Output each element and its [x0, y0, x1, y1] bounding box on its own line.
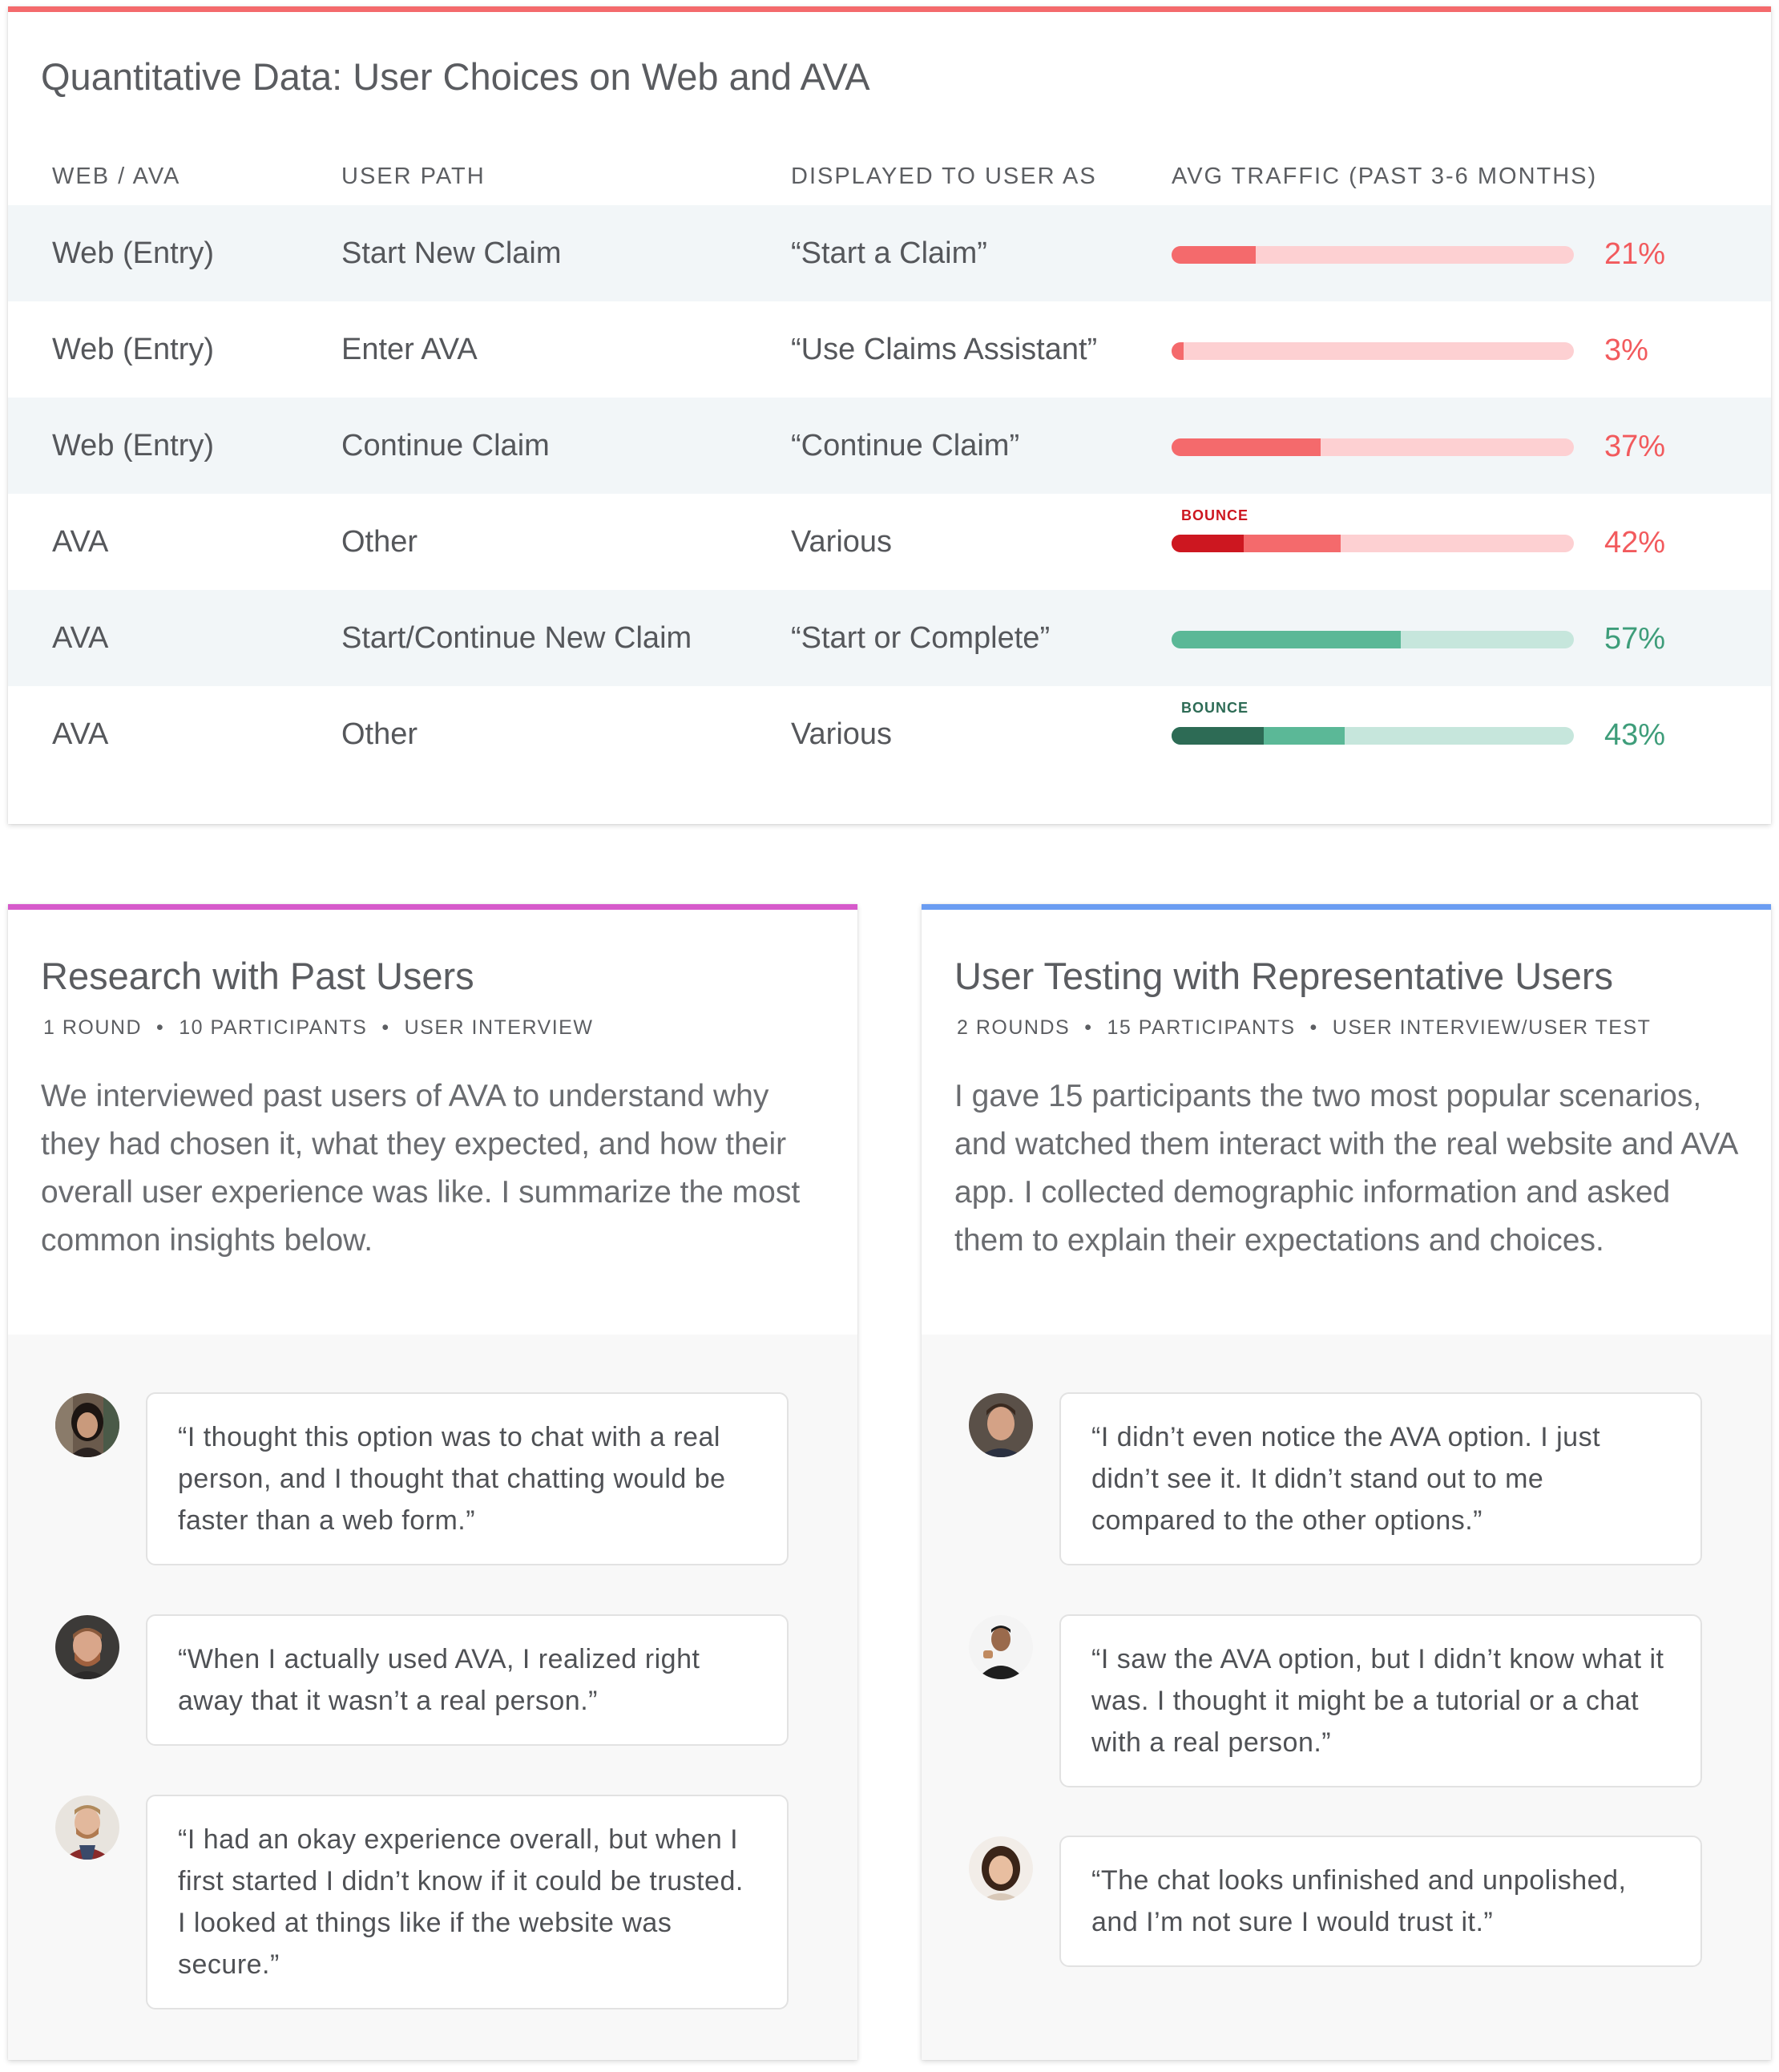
bounce-fill — [1172, 727, 1265, 745]
card-title: Research with Past Users — [41, 955, 474, 997]
rounds-count: 2 ROUNDS — [957, 1016, 1071, 1039]
traffic-bar — [1172, 246, 1574, 264]
user-path-cell: Start/Continue New Claim — [341, 621, 692, 655]
avatar — [55, 1795, 119, 1860]
traffic-bar — [1172, 438, 1574, 456]
quote-card: “When I actually used AVA, I realized ri… — [146, 1614, 789, 1746]
quote-card: “I had an okay experience overall, but w… — [146, 1795, 789, 2009]
card-accent-bar — [8, 6, 1771, 12]
study-description: I gave 15 participants the two most popu… — [954, 1079, 1737, 1258]
avatar — [969, 1615, 1033, 1679]
separator-dot: • — [381, 1016, 390, 1039]
traffic-bar — [1172, 727, 1574, 745]
displayed-as-cell: “Start a Claim” — [791, 236, 987, 270]
channel-cell: AVA — [52, 717, 109, 751]
table-header: WEB / AVA USER PATH DISPLAYED TO USER AS… — [8, 151, 1771, 205]
displayed-as-cell: “Use Claims Assistant” — [791, 333, 1098, 366]
traffic-percent: 43% — [1604, 718, 1666, 752]
study-method: USER INTERVIEW — [404, 1016, 594, 1039]
participants-count: 15 PARTICIPANTS — [1107, 1016, 1296, 1039]
quote-card: “I didn’t even notice the AVA option. I … — [1059, 1392, 1702, 1565]
column-header-displayed-as: DISPLAYED TO USER AS — [791, 164, 1097, 189]
quote-card: “I saw the AVA option, but I didn’t know… — [1059, 1614, 1702, 1787]
quote-card: “I thought this option was to chat with … — [146, 1392, 789, 1565]
card-accent-bar — [922, 904, 1771, 910]
bounce-label: BOUNCE — [1181, 700, 1249, 716]
user-path-cell: Continue Claim — [341, 429, 550, 462]
rounds-count: 1 ROUND — [43, 1016, 143, 1039]
user-testing-card: User Testing with Representative Users 2… — [922, 904, 1771, 2060]
channel-cell: AVA — [52, 525, 109, 559]
traffic-fill — [1172, 631, 1402, 648]
column-header-user-path: USER PATH — [341, 164, 486, 189]
traffic-percent: 57% — [1604, 622, 1666, 656]
channel-cell: Web (Entry) — [52, 236, 215, 270]
displayed-as-cell: Various — [791, 717, 893, 751]
traffic-fill — [1172, 246, 1257, 264]
card-title: Quantitative Data: User Choices on Web a… — [41, 55, 870, 98]
avatar — [55, 1393, 119, 1457]
study-meta: 1 ROUND • 10 PARTICIPANTS • USER INTERVIEW — [43, 1016, 593, 1040]
traffic-percent: 21% — [1604, 237, 1666, 271]
separator-dot: • — [1309, 1016, 1318, 1039]
displayed-as-cell: “Start or Complete” — [791, 621, 1051, 655]
channel-cell: AVA — [52, 621, 109, 655]
traffic-bar — [1172, 342, 1574, 360]
traffic-percent: 3% — [1604, 333, 1648, 367]
table-row: AVA Start/Continue New Claim “Start or C… — [8, 590, 1771, 686]
table-row: Web (Entry) Enter AVA “Use Claims Assist… — [8, 301, 1771, 398]
quotes-panel: “I thought this option was to chat with … — [8, 1335, 857, 2060]
column-header-channel: WEB / AVA — [52, 164, 181, 189]
user-path-cell: Other — [341, 525, 418, 559]
traffic-fill — [1172, 342, 1184, 360]
user-path-cell: Other — [341, 717, 418, 751]
column-header-avg-traffic: AVG TRAFFIC (PAST 3-6 MONTHS) — [1172, 164, 1598, 189]
separator-dot: • — [156, 1016, 165, 1039]
card-accent-bar — [8, 904, 857, 910]
card-title: User Testing with Representative Users — [954, 955, 1613, 997]
bounce-label: BOUNCE — [1181, 507, 1249, 523]
traffic-bar — [1172, 535, 1574, 552]
traffic-percent: 42% — [1604, 526, 1666, 559]
separator-dot: • — [1084, 1016, 1093, 1039]
table-row: Web (Entry) Start New Claim “Start a Cla… — [8, 205, 1771, 301]
channel-cell: Web (Entry) — [52, 333, 215, 366]
traffic-percent: 37% — [1604, 430, 1666, 463]
avatar — [55, 1615, 119, 1679]
traffic-fill — [1172, 438, 1321, 456]
quote-card: “The chat looks unfinished and unpolishe… — [1059, 1836, 1702, 1967]
displayed-as-cell: “Continue Claim” — [791, 429, 1020, 462]
user-path-cell: Enter AVA — [341, 333, 478, 366]
avatar — [969, 1393, 1033, 1457]
quantitative-data-card: Quantitative Data: User Choices on Web a… — [8, 6, 1771, 824]
bounce-fill — [1172, 535, 1244, 552]
study-description: We interviewed past users of AVA to unde… — [41, 1079, 801, 1258]
table-row: AVA Other Various BOUNCE 42% — [8, 494, 1771, 590]
channel-cell: Web (Entry) — [52, 429, 215, 462]
avatar — [969, 1836, 1033, 1900]
study-method: USER INTERVIEW/USER TEST — [1332, 1016, 1652, 1039]
research-past-users-card: Research with Past Users 1 ROUND • 10 PART… — [8, 904, 857, 2060]
table-row: Web (Entry) Continue Claim “Continue Cla… — [8, 398, 1771, 494]
participants-count: 10 PARTICIPANTS — [179, 1016, 368, 1039]
user-path-cell: Start New Claim — [341, 236, 562, 270]
quotes-panel: “I didn’t even notice the AVA option. I … — [922, 1335, 1771, 2060]
table-row: AVA Other Various BOUNCE 43% — [8, 686, 1771, 782]
study-meta: 2 ROUNDS • 15 PARTICIPANTS • USER INTERVIEW/… — [957, 1016, 1651, 1040]
traffic-bar — [1172, 631, 1574, 648]
displayed-as-cell: Various — [791, 525, 893, 559]
